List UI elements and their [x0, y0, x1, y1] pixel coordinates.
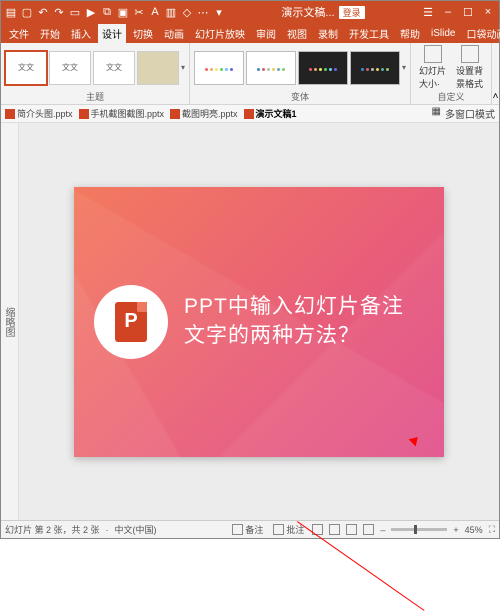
new-slide-icon[interactable]: ▭: [69, 6, 81, 18]
open-file-3[interactable]: 截图明亮.pptx: [170, 107, 238, 120]
variants-more-icon[interactable]: ▾: [402, 63, 406, 72]
theme-thumb-1[interactable]: 文文: [5, 51, 47, 85]
variant-thumb-2[interactable]: [246, 51, 296, 85]
qat-dropdown-icon[interactable]: ▾: [213, 6, 225, 18]
slide-canvas-area[interactable]: P PPT中输入幻灯片备注 文字的两种方法？: [19, 123, 499, 520]
zoom-out-icon[interactable]: –: [380, 525, 385, 535]
zoom-slider[interactable]: [391, 528, 447, 531]
tab-file[interactable]: 文件: [5, 24, 33, 43]
tab-home[interactable]: 开始: [36, 24, 64, 43]
ppt-file-icon: [170, 109, 180, 119]
quick-access-toolbar: ▤ ▢ ↶ ↷ ▭ ▶ ⧉ ▣ ✂ A ▥ ◇ ⋯ ▾: [5, 6, 225, 18]
theme-thumb-2[interactable]: 文文: [49, 51, 91, 85]
save-icon[interactable]: ▤: [5, 6, 17, 18]
separator: ·: [106, 525, 109, 535]
ribbon: 文文 文文 文文 ▾ 主题 ▾ 变体 幻灯片 大小·: [1, 43, 499, 105]
ppt-logo-badge: P: [94, 285, 168, 359]
tab-developer[interactable]: 开发工具: [345, 24, 393, 43]
reading-view-icon[interactable]: [346, 524, 357, 535]
normal-view-icon[interactable]: [312, 524, 323, 535]
ribbon-group-variants: ▾ 变体: [190, 43, 411, 104]
slide-counter[interactable]: 幻灯片 第 2 张，共 2 张: [5, 523, 100, 536]
slide-title-text: PPT中输入幻灯片备注 文字的两种方法？: [184, 293, 404, 350]
open-files-bar: 简介头图.pptx 手机截图截图.pptx 截图明亮.pptx 演示文稿1 ▦ …: [1, 105, 499, 123]
tab-slideshow[interactable]: 幻灯片放映: [191, 24, 249, 43]
ppt-file-icon: [79, 109, 89, 119]
notes-icon: [232, 524, 243, 535]
format-bg-icon: [461, 45, 479, 63]
thumbnail-panel-collapsed[interactable]: 缩略图: [1, 123, 19, 520]
maximize-icon[interactable]: ☐: [461, 6, 475, 19]
ppt-file-icon: [244, 109, 254, 119]
fit-window-icon[interactable]: ⛶: [489, 524, 495, 535]
ribbon-group-themes: 文文 文文 文文 ▾ 主题: [1, 43, 190, 104]
ribbon-group-label-custom: 自定义: [415, 90, 487, 103]
more-icon[interactable]: ⋯: [197, 6, 209, 18]
zoom-thumb[interactable]: [414, 525, 417, 534]
open-file-1[interactable]: 简介头图.pptx: [5, 107, 73, 120]
variant-thumb-1[interactable]: [194, 51, 244, 85]
undo-icon[interactable]: ↶: [37, 6, 49, 18]
start-icon[interactable]: ▶: [85, 6, 97, 18]
sorter-view-icon[interactable]: [329, 524, 340, 535]
open-file-2[interactable]: 手机截图截图.pptx: [79, 107, 165, 120]
open-file-4[interactable]: 演示文稿1: [244, 107, 297, 120]
theme-thumb-4[interactable]: [137, 51, 179, 85]
tab-review[interactable]: 审阅: [252, 24, 280, 43]
format-background-button[interactable]: 设置背 景格式: [452, 45, 487, 90]
title-bar: ▤ ▢ ↶ ↷ ▭ ▶ ⧉ ▣ ✂ A ▥ ◇ ⋯ ▾ 演示文稿... 登录 ☰…: [1, 1, 499, 23]
title-center: 演示文稿... 登录: [225, 4, 421, 20]
theme-thumb-3[interactable]: 文文: [93, 51, 135, 85]
variant-thumb-3[interactable]: [298, 51, 348, 85]
variant-thumb-4[interactable]: [350, 51, 400, 85]
unknown-icon[interactable]: ▢: [21, 6, 33, 18]
tab-help[interactable]: 帮助: [396, 24, 424, 43]
themes-more-icon[interactable]: ▾: [181, 63, 185, 72]
tab-animations[interactable]: 动画: [160, 24, 188, 43]
app-window: ▤ ▢ ↶ ↷ ▭ ▶ ⧉ ▣ ✂ A ▥ ◇ ⋯ ▾ 演示文稿... 登录 ☰…: [0, 0, 500, 539]
document-title: 演示文稿...: [281, 4, 334, 20]
collapse-ribbon-icon[interactable]: ˄: [492, 43, 499, 104]
slide-size-icon: [424, 45, 442, 63]
tab-view[interactable]: 视图: [283, 24, 311, 43]
redo-icon[interactable]: ↷: [53, 6, 65, 18]
zoom-percent[interactable]: 45%: [465, 525, 483, 535]
image-icon[interactable]: ▥: [165, 6, 177, 18]
minimize-icon[interactable]: –: [441, 6, 455, 18]
ribbon-group-label-variants: 变体: [194, 90, 406, 103]
ppt-logo-icon: P: [115, 302, 147, 342]
tab-record[interactable]: 录制: [314, 24, 342, 43]
slide[interactable]: P PPT中输入幻灯片备注 文字的两种方法？: [74, 187, 444, 457]
comments-icon: [273, 524, 284, 535]
notes-button[interactable]: 备注: [230, 523, 265, 536]
tab-insert[interactable]: 插入: [67, 24, 95, 43]
status-bar: 幻灯片 第 2 张，共 2 张 · 中文(中国) 备注 批注 – + 45% ⛶: [1, 520, 499, 538]
main-area: 缩略图 P PPT中输入幻灯片备注 文字的两种方法？: [1, 123, 499, 520]
close-icon[interactable]: ×: [481, 6, 495, 18]
ribbon-options-icon[interactable]: ☰: [421, 6, 435, 19]
multiwindow-label[interactable]: 多窗口模式: [445, 106, 495, 121]
slideshow-view-icon[interactable]: [363, 524, 374, 535]
ribbon-tabs: 文件 开始 插入 设计 切换 动画 幻灯片放映 审阅 视图 录制 开发工具 帮助…: [1, 23, 499, 43]
copy-icon[interactable]: ⧉: [101, 6, 113, 18]
tab-transitions[interactable]: 切换: [129, 24, 157, 43]
login-badge[interactable]: 登录: [339, 6, 365, 19]
tab-islide[interactable]: iSlide: [427, 26, 459, 41]
zoom-in-icon[interactable]: +: [453, 525, 458, 535]
tab-design[interactable]: 设计: [98, 24, 126, 43]
ppt-file-icon: [5, 109, 15, 119]
title-right: ☰ – ☐ ×: [421, 6, 495, 19]
text-icon[interactable]: A: [149, 6, 161, 18]
ribbon-group-custom: 幻灯片 大小· 设置背 景格式 自定义: [411, 43, 492, 104]
cut-icon[interactable]: ✂: [133, 6, 145, 18]
shapes-icon[interactable]: ◇: [181, 6, 193, 18]
paste-icon[interactable]: ▣: [117, 6, 129, 18]
filesbar-right: ▦ 多窗口模式: [432, 106, 495, 121]
language-indicator[interactable]: 中文(中国): [115, 523, 157, 536]
slide-size-button[interactable]: 幻灯片 大小·: [415, 45, 450, 90]
ribbon-group-label-themes: 主题: [5, 90, 185, 103]
multiwindow-icon[interactable]: ▦: [432, 106, 441, 121]
tab-pa[interactable]: 口袋动画 PA: [462, 24, 500, 43]
comments-button[interactable]: 批注: [271, 523, 306, 536]
